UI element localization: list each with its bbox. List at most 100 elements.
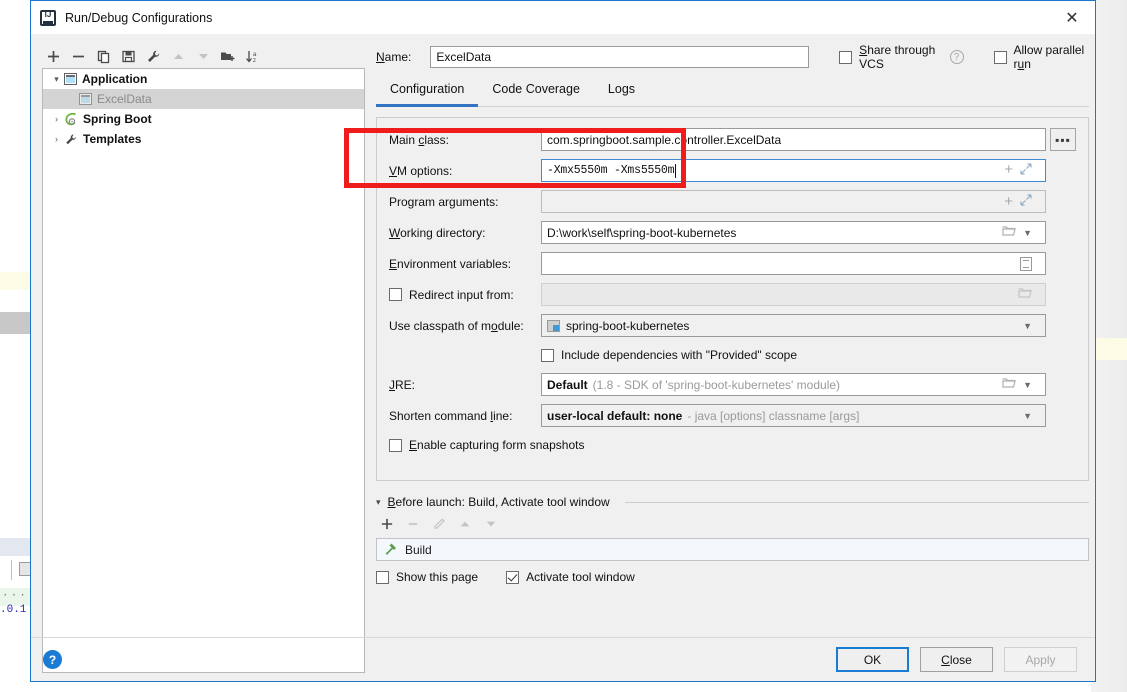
chevron-right-icon[interactable]: › (49, 134, 64, 144)
program-arguments-input[interactable]: + (541, 190, 1046, 213)
include-provided-checkbox[interactable] (541, 348, 554, 362)
remove-configuration-button[interactable] (67, 45, 89, 67)
bg-gray-strip (0, 312, 30, 334)
spring-boot-icon (64, 112, 78, 126)
svg-text:z: z (253, 58, 256, 64)
include-provided-row[interactable]: Include dependencies with "Provided" sco… (541, 345, 1076, 365)
working-directory-value: D:\work\self\spring-boot-kubernetes (547, 225, 737, 240)
folder-icon[interactable] (1002, 225, 1016, 240)
shorten-command-line-value: user-local default: none (547, 408, 683, 423)
expand-icon[interactable] (1020, 162, 1032, 179)
editor-tabs: Configuration Code Coverage Logs (376, 80, 1089, 107)
share-vcs-label: Share through VCS (859, 43, 936, 71)
close-icon[interactable]: ✕ (1049, 1, 1095, 34)
run-debug-configurations-dialog: IJ Run/Debug Configurations ✕ a z ▾ Appl… (30, 0, 1096, 682)
vm-options-label: VM options: (389, 163, 453, 178)
before-launch-list[interactable]: Build (376, 538, 1089, 561)
main-class-input[interactable]: com.springboot.sample.controller.ExcelDa… (541, 128, 1046, 151)
tree-node-spring-boot[interactable]: › Spring Boot (43, 109, 364, 129)
form-snapshots-row[interactable]: Enable capturing form snapshots (389, 435, 1076, 455)
redirect-input-checkbox[interactable] (389, 288, 402, 301)
working-directory-label: Working directory: (389, 225, 486, 240)
configurations-tree[interactable]: ▾ Application ExcelData › Spring Boot › … (42, 68, 365, 673)
classpath-module-select[interactable]: spring-boot-kubernetes ▼ (541, 314, 1046, 337)
bg-panel-strip (0, 538, 30, 556)
tree-node-templates[interactable]: › Templates (43, 129, 364, 149)
help-icon[interactable]: ? (949, 50, 964, 64)
environment-variables-browse-icon[interactable] (1020, 256, 1032, 271)
classpath-module-row: Use classpath of module: spring-boot-kub… (389, 314, 1076, 337)
main-class-browse-button[interactable]: ▪▪▪ (1050, 128, 1076, 151)
chevron-down-icon[interactable]: ▼ (1023, 411, 1032, 421)
move-down-button (192, 45, 214, 67)
chevron-right-icon[interactable]: › (49, 114, 64, 124)
tree-node-label: Spring Boot (83, 112, 152, 126)
wrench-icon[interactable] (142, 45, 164, 67)
add-task-button[interactable] (376, 513, 398, 535)
tree-node-label: Application (82, 72, 148, 86)
module-icon (547, 319, 560, 332)
move-up-button (167, 45, 189, 67)
activate-tool-window-checkbox[interactable] (506, 570, 520, 584)
plus-icon[interactable]: + (1004, 163, 1013, 178)
vm-options-row: VM options: -Xmx5550m -Xms5550m + (389, 159, 1076, 182)
working-directory-input[interactable]: D:\work\self\spring-boot-kubernetes ▼ (541, 221, 1046, 244)
chevron-down-icon[interactable]: ▼ (1023, 380, 1032, 390)
redirect-input-field (541, 283, 1046, 306)
folder-icon[interactable] (1002, 377, 1016, 392)
help-icon[interactable]: ? (43, 650, 62, 669)
copy-configuration-button[interactable] (92, 45, 114, 67)
add-configuration-button[interactable] (42, 45, 64, 67)
shorten-command-line-select[interactable]: user-local default: none - java [options… (541, 404, 1046, 427)
allow-parallel-run-checkbox[interactable] (993, 50, 1007, 64)
task-move-up-button (454, 513, 476, 535)
application-icon (79, 93, 92, 105)
expand-icon[interactable] (1020, 194, 1032, 209)
dialog-bottom-bar: ? OK Close Apply (31, 637, 1095, 681)
share-vcs-checkbox[interactable] (839, 50, 853, 64)
ok-button[interactable]: OK (836, 647, 909, 672)
share-vcs-group[interactable]: Share through VCS ? (839, 43, 964, 71)
jre-row: JRE: Default (1.8 - SDK of 'spring-boot-… (389, 373, 1076, 396)
shorten-command-line-row: Shorten command line: user-local default… (389, 404, 1076, 427)
save-configuration-button[interactable] (117, 45, 139, 67)
chevron-down-icon[interactable]: ▾ (49, 74, 64, 85)
name-input[interactable] (430, 46, 810, 68)
plus-icon[interactable]: + (1004, 194, 1013, 209)
before-launch-toolbar (376, 513, 1089, 535)
sort-az-icon[interactable]: a z (242, 45, 264, 67)
tree-node-application[interactable]: ▾ Application (43, 69, 364, 89)
folder-add-icon[interactable] (217, 45, 239, 67)
tab-code-coverage[interactable]: Code Coverage (478, 80, 594, 106)
redirect-input-text: Redirect input from: (409, 287, 514, 302)
dialog-title: Run/Debug Configurations (65, 10, 213, 25)
chevron-down-icon[interactable]: ▼ (1023, 228, 1032, 238)
before-launch-header: ▾ Before launch: Build, Activate tool wi… (376, 495, 1089, 509)
dialog-buttons: OK Close Apply (836, 647, 1077, 672)
bg-dots: ··· (2, 590, 28, 602)
vm-options-input[interactable]: -Xmx5550m -Xms5550m + (541, 159, 1046, 182)
jre-label: JRE: (389, 377, 416, 392)
show-this-page-checkbox[interactable] (376, 570, 389, 584)
before-launch-footer: Show this page Activate tool window (376, 570, 1089, 584)
close-button[interactable]: Close (920, 647, 993, 672)
form-snapshots-checkbox[interactable] (389, 438, 402, 452)
tree-node-exceldata[interactable]: ExcelData (43, 89, 364, 109)
tab-configuration[interactable]: Configuration (376, 80, 479, 107)
chevron-down-icon[interactable]: ▼ (1023, 321, 1032, 331)
shorten-command-line-label: Shorten command line: (389, 408, 513, 423)
dialog-body: a z ▾ Application ExcelData › Spring Boo… (31, 34, 1095, 681)
tab-logs[interactable]: Logs (594, 80, 649, 106)
environment-variables-input[interactable] (541, 252, 1046, 275)
environment-variables-row: Environment variables: (389, 252, 1076, 275)
program-arguments-row: Program arguments: + (389, 190, 1076, 213)
collapse-icon[interactable]: ▾ (376, 497, 381, 508)
before-launch-title: Before launch: Build, Activate tool wind… (387, 495, 610, 509)
configurations-toolbar: a z (42, 43, 365, 69)
working-directory-row: Working directory: D:\work\self\spring-b… (389, 221, 1076, 244)
jre-select[interactable]: Default (1.8 - SDK of 'spring-boot-kuber… (541, 373, 1046, 396)
allow-parallel-run-group[interactable]: Allow parallel run (993, 43, 1089, 71)
name-label: Name: (376, 50, 412, 64)
vm-options-value: -Xmx5550m -Xms5550m (547, 164, 675, 177)
intellij-idea-icon: IJ (40, 9, 56, 26)
